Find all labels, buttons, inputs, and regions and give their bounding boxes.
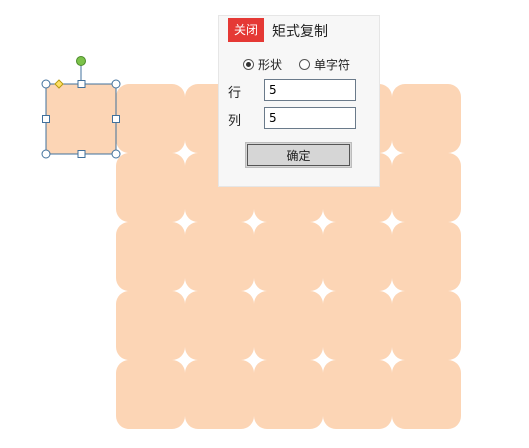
cols-input[interactable] — [264, 107, 356, 129]
copied-tile-shape[interactable] — [116, 153, 185, 222]
resize-handle-bottom-left-icon[interactable] — [41, 149, 51, 159]
resize-handle-right-icon[interactable] — [112, 115, 120, 123]
resize-handle-bottom-right-icon[interactable] — [111, 149, 121, 159]
resize-handle-top-icon[interactable] — [77, 80, 86, 88]
copied-tile-shape[interactable] — [254, 222, 323, 291]
copied-tile-shape[interactable] — [116, 360, 185, 429]
copied-tile-shape[interactable] — [185, 360, 254, 429]
copied-tile-shape[interactable] — [392, 153, 461, 222]
matrix-copy-dialog: 关闭 矩式复制 形状 单字符 行 列 确定 — [218, 15, 380, 187]
radio-single-char-label: 单字符 — [314, 58, 351, 72]
resize-handle-top-left-icon[interactable] — [41, 79, 51, 89]
ok-button[interactable]: 确定 — [245, 142, 352, 168]
mode-option-single-char[interactable]: 单字符 — [299, 56, 350, 73]
rows-input[interactable] — [264, 79, 356, 101]
copied-tile-shape[interactable] — [185, 222, 254, 291]
close-button[interactable]: 关闭 — [228, 18, 264, 42]
copied-tile-shape[interactable] — [392, 360, 461, 429]
rows-label: 行 — [228, 86, 242, 101]
radio-single-char[interactable] — [299, 59, 310, 70]
copied-tile-shape[interactable] — [185, 291, 254, 360]
copied-tile-shape[interactable] — [254, 291, 323, 360]
resize-handle-bottom-icon[interactable] — [77, 150, 86, 158]
selected-shape[interactable] — [41, 56, 121, 159]
copied-tile-shape[interactable] — [323, 291, 392, 360]
resize-handle-top-right-icon[interactable] — [111, 79, 121, 89]
source-square-shape[interactable] — [45, 83, 117, 155]
radio-shape-label: 形状 — [258, 58, 283, 72]
copied-tile-shape[interactable] — [392, 222, 461, 291]
cols-label: 列 — [228, 114, 242, 129]
radio-shape[interactable] — [243, 59, 254, 70]
copied-tile-shape[interactable] — [323, 222, 392, 291]
dialog-title: 矩式复制 — [272, 24, 328, 40]
copied-tile-shape[interactable] — [116, 222, 185, 291]
copied-tile-shape[interactable] — [254, 360, 323, 429]
resize-handle-left-icon[interactable] — [42, 115, 50, 123]
rotate-handle-icon[interactable] — [76, 56, 86, 66]
copied-tile-shape[interactable] — [323, 360, 392, 429]
copied-tile-shape[interactable] — [116, 291, 185, 360]
copied-tile-shape[interactable] — [116, 84, 185, 153]
mode-option-shape[interactable]: 形状 — [243, 56, 282, 73]
copied-tile-shape[interactable] — [392, 291, 461, 360]
copied-tile-shape[interactable] — [392, 84, 461, 153]
